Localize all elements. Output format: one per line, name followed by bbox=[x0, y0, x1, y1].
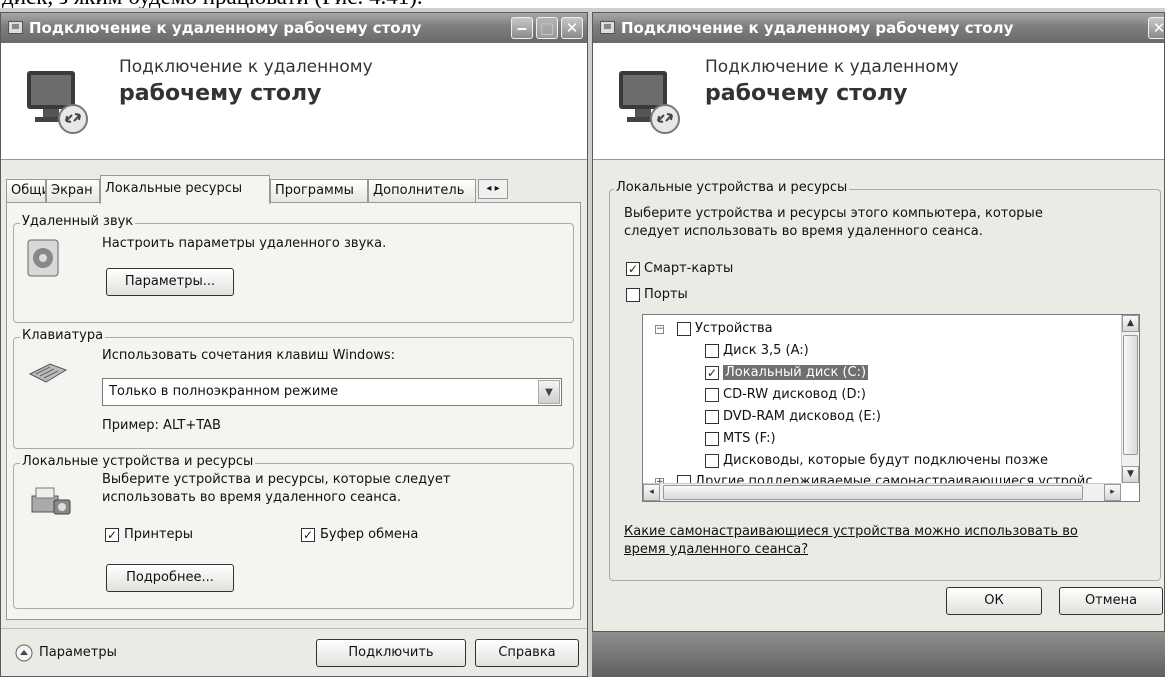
pnp-help-link-line-2[interactable]: время удаленного сеанса? bbox=[624, 542, 808, 557]
banner-title: рабочему столу bbox=[119, 81, 322, 106]
sound-description: Настроить параметры удаленного звука. bbox=[102, 236, 387, 251]
local-devices-group: Локальные устройства и ресурсы Выберите … bbox=[13, 454, 574, 609]
local-devices-description-1: Выберите устройства и ресурсы, которые с… bbox=[102, 472, 451, 487]
tree-item-mts[interactable]: MTS (F:) bbox=[723, 431, 776, 446]
remote-desktop-icon bbox=[619, 71, 680, 134]
tree-checkbox[interactable] bbox=[705, 344, 719, 358]
scroll-right-icon[interactable]: ▸ bbox=[1104, 484, 1121, 501]
minimize-button[interactable]: ‒ bbox=[511, 17, 533, 39]
local-devices-description-2: использовать во время удаленного сеанса. bbox=[102, 490, 401, 505]
remote-sound-title: Удаленный звук bbox=[20, 214, 136, 229]
keyboard-group: Клавиатура Использовать сочетания клавиш… bbox=[13, 328, 574, 449]
horizontal-scrollbar[interactable]: ◂ ▸ bbox=[643, 483, 1121, 501]
ok-button[interactable]: ОК bbox=[946, 587, 1042, 615]
scroll-thumb[interactable] bbox=[1123, 335, 1138, 455]
window-app-icon bbox=[600, 21, 615, 34]
dialog-footer: Параметры Подключить Справка bbox=[1, 628, 587, 676]
hscroll-thumb[interactable] bbox=[663, 485, 1083, 500]
smartcards-label: Смарт-карты bbox=[644, 261, 734, 276]
rdp-window-local-devices: Подключение к удаленному рабочему столу … bbox=[592, 12, 1165, 632]
banner-title: рабочему столу bbox=[705, 81, 908, 106]
tree-checkbox[interactable] bbox=[677, 322, 691, 336]
keyboard-title: Клавиатура bbox=[20, 328, 106, 343]
devices-icon bbox=[31, 487, 71, 515]
remote-desktop-icon bbox=[27, 71, 88, 134]
keyboard-icon bbox=[28, 363, 68, 383]
cancel-button[interactable]: Отмена bbox=[1059, 587, 1163, 615]
close-button[interactable]: ✕ bbox=[1148, 17, 1164, 39]
local-devices-title: Локальные устройства и ресурсы bbox=[614, 180, 850, 195]
scroll-down-icon[interactable]: ▼ bbox=[1122, 466, 1139, 483]
tab-programs[interactable]: Программы bbox=[270, 179, 368, 203]
chevron-down-icon[interactable]: ▼ bbox=[538, 380, 560, 404]
speaker-icon bbox=[27, 239, 59, 277]
keyboard-example: Пример: ALT+TAB bbox=[102, 418, 221, 433]
window-title: Подключение к удаленному рабочему столу bbox=[621, 19, 1014, 37]
ports-label: Порты bbox=[644, 287, 688, 302]
tab-strip: Общие Экран Локальные ресурсы Программы … bbox=[6, 175, 582, 204]
window-title: Подключение к удаленному рабочему столу bbox=[29, 19, 422, 37]
collapse-icon[interactable]: − bbox=[655, 325, 664, 334]
expand-options-icon[interactable] bbox=[15, 644, 33, 662]
maximize-button: □ bbox=[536, 17, 558, 39]
options-toggle[interactable]: Параметры bbox=[39, 645, 117, 660]
tab-scroll-arrows[interactable]: ◂ ▸ bbox=[478, 179, 508, 199]
header-banner: Подключение к удаленному рабочему столу bbox=[1, 43, 587, 160]
title-bar[interactable]: Подключение к удаленному рабочему столу … bbox=[593, 13, 1164, 43]
scroll-left-icon[interactable]: ◂ bbox=[643, 484, 660, 501]
close-button[interactable]: ✕ bbox=[561, 17, 583, 39]
tree-item-later-drives[interactable]: Дисководы, которые будут подключены позж… bbox=[723, 453, 1048, 468]
tree-checkbox[interactable] bbox=[705, 454, 719, 468]
vertical-scrollbar[interactable]: ▲ ▼ bbox=[1121, 315, 1139, 483]
remote-sound-group: Удаленный звук Настроить параметры удале… bbox=[13, 214, 574, 323]
pnp-help-link-line-1[interactable]: Какие самонастраивающиеся устройства мож… bbox=[624, 524, 1078, 539]
tab-panel: Удаленный звук Настроить параметры удале… bbox=[6, 202, 581, 620]
devices-tree[interactable]: − Устройства Диск 3,5 (A:) ✓ Локальный д… bbox=[642, 314, 1140, 502]
tree-item-dvdram[interactable]: DVD-RAM дисковод (E:) bbox=[723, 409, 881, 424]
smartcards-checkbox[interactable]: ✓ bbox=[626, 262, 640, 276]
tree-item-cdrw[interactable]: CD-RW дисковод (D:) bbox=[723, 387, 866, 402]
tab-advanced[interactable]: Дополнитель bbox=[368, 179, 476, 203]
local-devices-description-2: следует использовать во время удаленного… bbox=[624, 224, 983, 239]
banner-subtitle: Подключение к удаленному bbox=[119, 57, 373, 77]
local-devices-description-1: Выберите устройства и ресурсы этого комп… bbox=[624, 206, 1043, 221]
document-caption: диск, з яким будемо працювати (Рис. 4.41… bbox=[0, 0, 1165, 8]
tree-item-devices[interactable]: Устройства bbox=[695, 321, 773, 336]
local-devices-group: Локальные устройства и ресурсы Выберите … bbox=[609, 180, 1161, 581]
rdp-window-local-resources: Подключение к удаленному рабочему столу … bbox=[0, 12, 588, 677]
printers-label: Принтеры bbox=[124, 527, 194, 542]
clipboard-checkbox[interactable]: ✓ bbox=[301, 528, 315, 542]
keyboard-description: Использовать сочетания клавиш Windows: bbox=[102, 348, 396, 363]
tree-item-local-disk-c[interactable]: Локальный диск (C:) bbox=[723, 365, 869, 380]
keyboard-mode-value: Только в полноэкранном режиме bbox=[109, 384, 339, 399]
sound-settings-button[interactable]: Параметры... bbox=[106, 268, 234, 296]
header-banner: Подключение к удаленному рабочему столу bbox=[593, 43, 1164, 160]
more-details-button[interactable]: Подробнее... bbox=[106, 564, 234, 592]
tree-checkbox[interactable] bbox=[705, 432, 719, 446]
keyboard-mode-select[interactable]: Только в полноэкранном режиме ▼ bbox=[102, 378, 562, 406]
tree-item-floppy[interactable]: Диск 3,5 (A:) bbox=[723, 343, 809, 358]
connect-button[interactable]: Подключить bbox=[316, 639, 466, 667]
clipboard-label: Буфер обмена bbox=[320, 527, 419, 542]
scroll-up-icon[interactable]: ▲ bbox=[1122, 315, 1139, 332]
title-bar[interactable]: Подключение к удаленному рабочему столу … bbox=[1, 13, 587, 43]
tree-checkbox[interactable] bbox=[705, 410, 719, 424]
ports-checkbox[interactable] bbox=[626, 288, 640, 302]
desktop-background bbox=[592, 632, 1165, 677]
tree-checkbox[interactable] bbox=[705, 388, 719, 402]
local-devices-title: Локальные устройства и ресурсы bbox=[20, 454, 256, 469]
tab-general[interactable]: Общие bbox=[6, 179, 46, 203]
tab-local-resources[interactable]: Локальные ресурсы bbox=[100, 175, 270, 204]
help-button[interactable]: Справка bbox=[475, 639, 579, 667]
printers-checkbox[interactable]: ✓ bbox=[105, 528, 119, 542]
tab-display[interactable]: Экран bbox=[46, 179, 100, 203]
window-app-icon bbox=[8, 21, 23, 34]
banner-subtitle: Подключение к удаленному bbox=[705, 57, 959, 77]
tree-checkbox[interactable]: ✓ bbox=[705, 366, 719, 380]
